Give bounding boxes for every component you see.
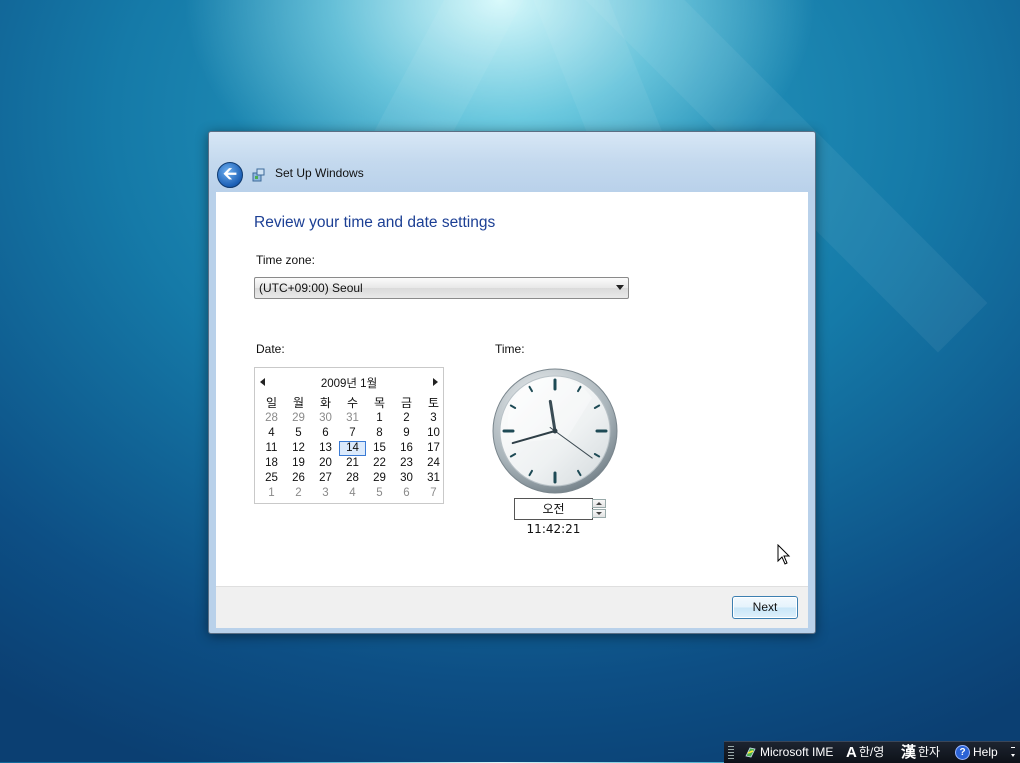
calendar-month-title[interactable]: 2009년 1월 xyxy=(255,375,443,391)
calendar-day[interactable]: 7 xyxy=(420,486,447,501)
ime-button[interactable]: Microsoft IME xyxy=(744,742,833,763)
mouse-cursor-icon xyxy=(777,544,791,565)
calendar-day[interactable]: 30 xyxy=(393,471,420,486)
page-heading: Review your time and date settings xyxy=(254,214,496,231)
timezone-dropdown[interactable]: (UTC+09:00) Seoul xyxy=(254,277,629,299)
calendar-day[interactable]: 30 xyxy=(312,411,339,426)
calendar-day[interactable]: 28 xyxy=(339,471,366,486)
date-label: Date: xyxy=(256,342,285,356)
calendar-day[interactable]: 4 xyxy=(339,486,366,501)
language-bar-grip[interactable] xyxy=(728,746,734,759)
timezone-label: Time zone: xyxy=(256,253,315,267)
back-arrow-icon: 🡨 xyxy=(223,164,237,184)
time-spinner[interactable] xyxy=(592,499,606,518)
calendar-day[interactable]: 19 xyxy=(285,456,312,471)
calendar-day[interactable]: 1 xyxy=(258,486,285,501)
help-button[interactable]: ? Help xyxy=(955,742,998,763)
calendar-day[interactable]: 9 xyxy=(393,426,420,441)
language-bar-options-icon[interactable] xyxy=(1010,745,1016,760)
calendar-day-selected[interactable]: 14 xyxy=(339,441,366,456)
next-month-icon[interactable] xyxy=(433,378,438,386)
calendar-day[interactable]: 27 xyxy=(312,471,339,486)
window-title: Set Up Windows xyxy=(275,166,364,180)
calendar-week-row: 25 26 27 28 29 30 31 xyxy=(258,471,447,486)
ime-icon xyxy=(745,747,756,758)
help-icon: ? xyxy=(955,745,970,760)
calendar-day[interactable]: 5 xyxy=(285,426,312,441)
calendar-day[interactable]: 8 xyxy=(366,426,393,441)
calendar-day[interactable]: 22 xyxy=(366,456,393,471)
calendar-day[interactable]: 28 xyxy=(258,411,285,426)
calendar-day[interactable]: 21 xyxy=(339,456,366,471)
calendar-day[interactable]: 25 xyxy=(258,471,285,486)
date-calendar[interactable]: 2009년 1월 일 월 화 수 목 금 토 28 29 30 31 1 2 3 4 5 6 7 8 9 10 11 12 1… xyxy=(254,367,444,504)
calendar-day[interactable]: 31 xyxy=(339,411,366,426)
calendar-week-row: 1234567 xyxy=(258,486,447,501)
time-decrement-button[interactable] xyxy=(592,509,606,518)
next-button[interactable]: Next xyxy=(732,596,798,619)
setup-windows-dialog: 🡨 Set Up Windows Review your time and da… xyxy=(208,131,816,634)
calendar-day[interactable]: 20 xyxy=(312,456,339,471)
calendar-day[interactable]: 6 xyxy=(393,486,420,501)
calendar-day[interactable]: 2 xyxy=(285,486,312,501)
input-mode-icon: A xyxy=(846,744,857,761)
calendar-day[interactable]: 23 xyxy=(393,456,420,471)
hanja-icon: 漢 xyxy=(901,744,917,761)
setup-windows-icon xyxy=(252,168,265,182)
calendar-week-row: 11 12 13 14 15 16 17 xyxy=(258,441,447,456)
calendar-weekday: 금 xyxy=(400,396,413,410)
calendar-weekday: 일 xyxy=(265,396,278,410)
calendar-day[interactable]: 16 xyxy=(393,441,420,456)
calendar-day[interactable]: 15 xyxy=(366,441,393,456)
calendar-weekday: 토 xyxy=(427,396,440,410)
calendar-week-row: 28 29 30 31 1 2 3 xyxy=(258,411,447,426)
analog-clock xyxy=(492,368,618,494)
language-bar: Microsoft IME A 한/영 漢 한자 ? Help xyxy=(724,741,1020,763)
calendar-day[interactable]: 13 xyxy=(312,441,339,456)
calendar-day[interactable]: 3 xyxy=(420,411,447,426)
calendar-day[interactable]: 29 xyxy=(285,411,312,426)
calendar-day[interactable]: 12 xyxy=(285,441,312,456)
calendar-day[interactable]: 29 xyxy=(366,471,393,486)
calendar-day[interactable]: 31 xyxy=(420,471,447,486)
korean-english-toggle[interactable]: A 한/영 xyxy=(846,742,884,763)
help-label: Help xyxy=(973,745,998,759)
calendar-day[interactable]: 3 xyxy=(312,486,339,501)
title-bar: 🡨 Set Up Windows xyxy=(209,156,815,192)
calendar-week-row: 4 5 6 7 8 9 10 xyxy=(258,426,447,441)
calendar-day[interactable]: 24 xyxy=(420,456,447,471)
content-area: Review your time and date settings Time … xyxy=(216,192,808,586)
ime-label: Microsoft IME xyxy=(760,745,834,759)
timezone-value: (UTC+09:00) Seoul xyxy=(259,281,363,295)
calendar-day[interactable]: 11 xyxy=(258,441,285,456)
calendar-day[interactable]: 4 xyxy=(258,426,285,441)
time-input[interactable]: 오전 11:42:21 xyxy=(514,498,593,536)
calendar-weekday: 월 xyxy=(292,396,305,410)
calendar-day[interactable]: 2 xyxy=(393,411,420,426)
dropdown-arrow-icon[interactable] xyxy=(616,285,624,290)
time-increment-button[interactable] xyxy=(592,499,606,508)
back-button[interactable]: 🡨 xyxy=(217,162,243,188)
time-label: Time: xyxy=(495,342,525,356)
clock-center-pin xyxy=(552,428,558,434)
calendar-day[interactable]: 18 xyxy=(258,456,285,471)
input-mode-label: 한/영 xyxy=(858,745,885,759)
calendar-day[interactable]: 1 xyxy=(366,411,393,426)
calendar-weekday: 화 xyxy=(319,396,332,410)
calendar-day[interactable]: 5 xyxy=(366,486,393,501)
hanja-label: 한자 xyxy=(918,745,941,759)
calendar-day[interactable]: 6 xyxy=(312,426,339,441)
calendar-weekday: 목 xyxy=(373,396,386,410)
calendar-weekday: 수 xyxy=(346,396,359,410)
dialog-footer: Next xyxy=(216,586,808,628)
calendar-day[interactable]: 17 xyxy=(420,441,447,456)
calendar-weekday-row: 일월화수목금토 xyxy=(258,396,447,411)
calendar-day[interactable]: 7 xyxy=(339,426,366,441)
calendar-day[interactable]: 10 xyxy=(420,426,447,441)
calendar-day[interactable]: 26 xyxy=(285,471,312,486)
calendar-grid: 일 월 화 수 목 금 토 28 29 30 31 1 2 3 4 5 6 7 8 9 10 11 12 13 14 15 16 17… xyxy=(258,396,447,501)
calendar-week-row: 18 19 20 21 22 23 24 xyxy=(258,456,447,471)
hanja-button[interactable]: 漢 한자 xyxy=(901,742,940,763)
